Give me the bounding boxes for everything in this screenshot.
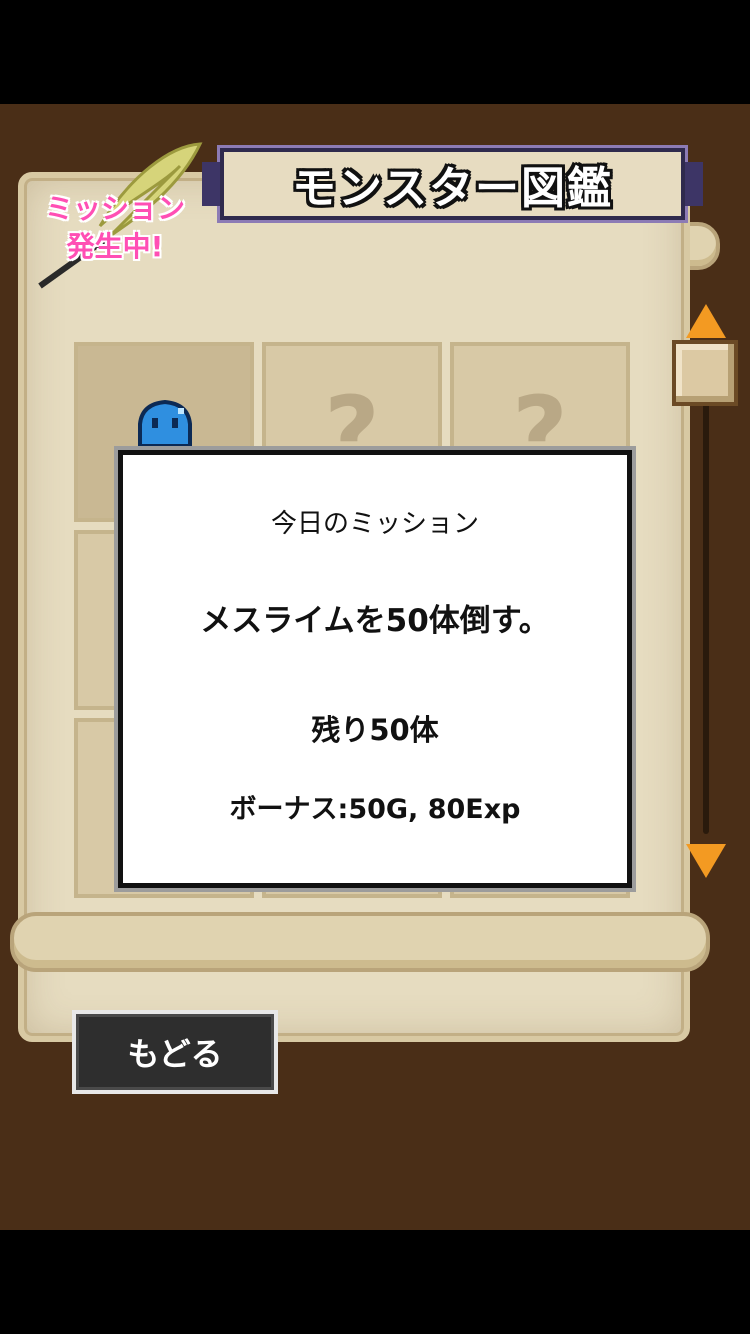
mission-badge-line-1: ミッション — [44, 192, 185, 225]
page-title: モンスター図鑑 — [291, 163, 614, 214]
mission-active-badge[interactable]: ミッション 発生中! — [30, 190, 200, 266]
back-button[interactable]: もどる — [72, 1010, 278, 1094]
scroll-down-arrow-icon[interactable] — [686, 844, 726, 878]
scrollbar-track[interactable] — [703, 354, 709, 834]
mission-popup[interactable]: 今日のミッション メスライムを50体倒す。 残り50体 ボーナス:50G, 80… — [118, 450, 632, 888]
mission-bonus: ボーナス:50G, 80Exp — [229, 794, 521, 825]
title-banner: モンスター図鑑 — [202, 148, 703, 220]
slime-monster-icon — [138, 400, 192, 448]
screen: モンスター図鑑 ミッション 発生中! ? ? 今日のミッション メスライムを50… — [0, 0, 750, 1334]
mission-description: メスライムを50体倒す。 — [200, 603, 550, 639]
scroll-up-arrow-icon[interactable] — [686, 304, 726, 338]
mission-badge-line-2: 発生中! — [66, 230, 164, 263]
scroll-bottom-roll — [10, 912, 710, 972]
popup-title: 今日のミッション — [270, 509, 479, 539]
game-area: モンスター図鑑 ミッション 発生中! ? ? 今日のミッション メスライムを50… — [0, 104, 750, 1230]
mission-remaining: 残り50体 — [311, 713, 439, 747]
scrollbar-thumb[interactable] — [672, 340, 738, 406]
